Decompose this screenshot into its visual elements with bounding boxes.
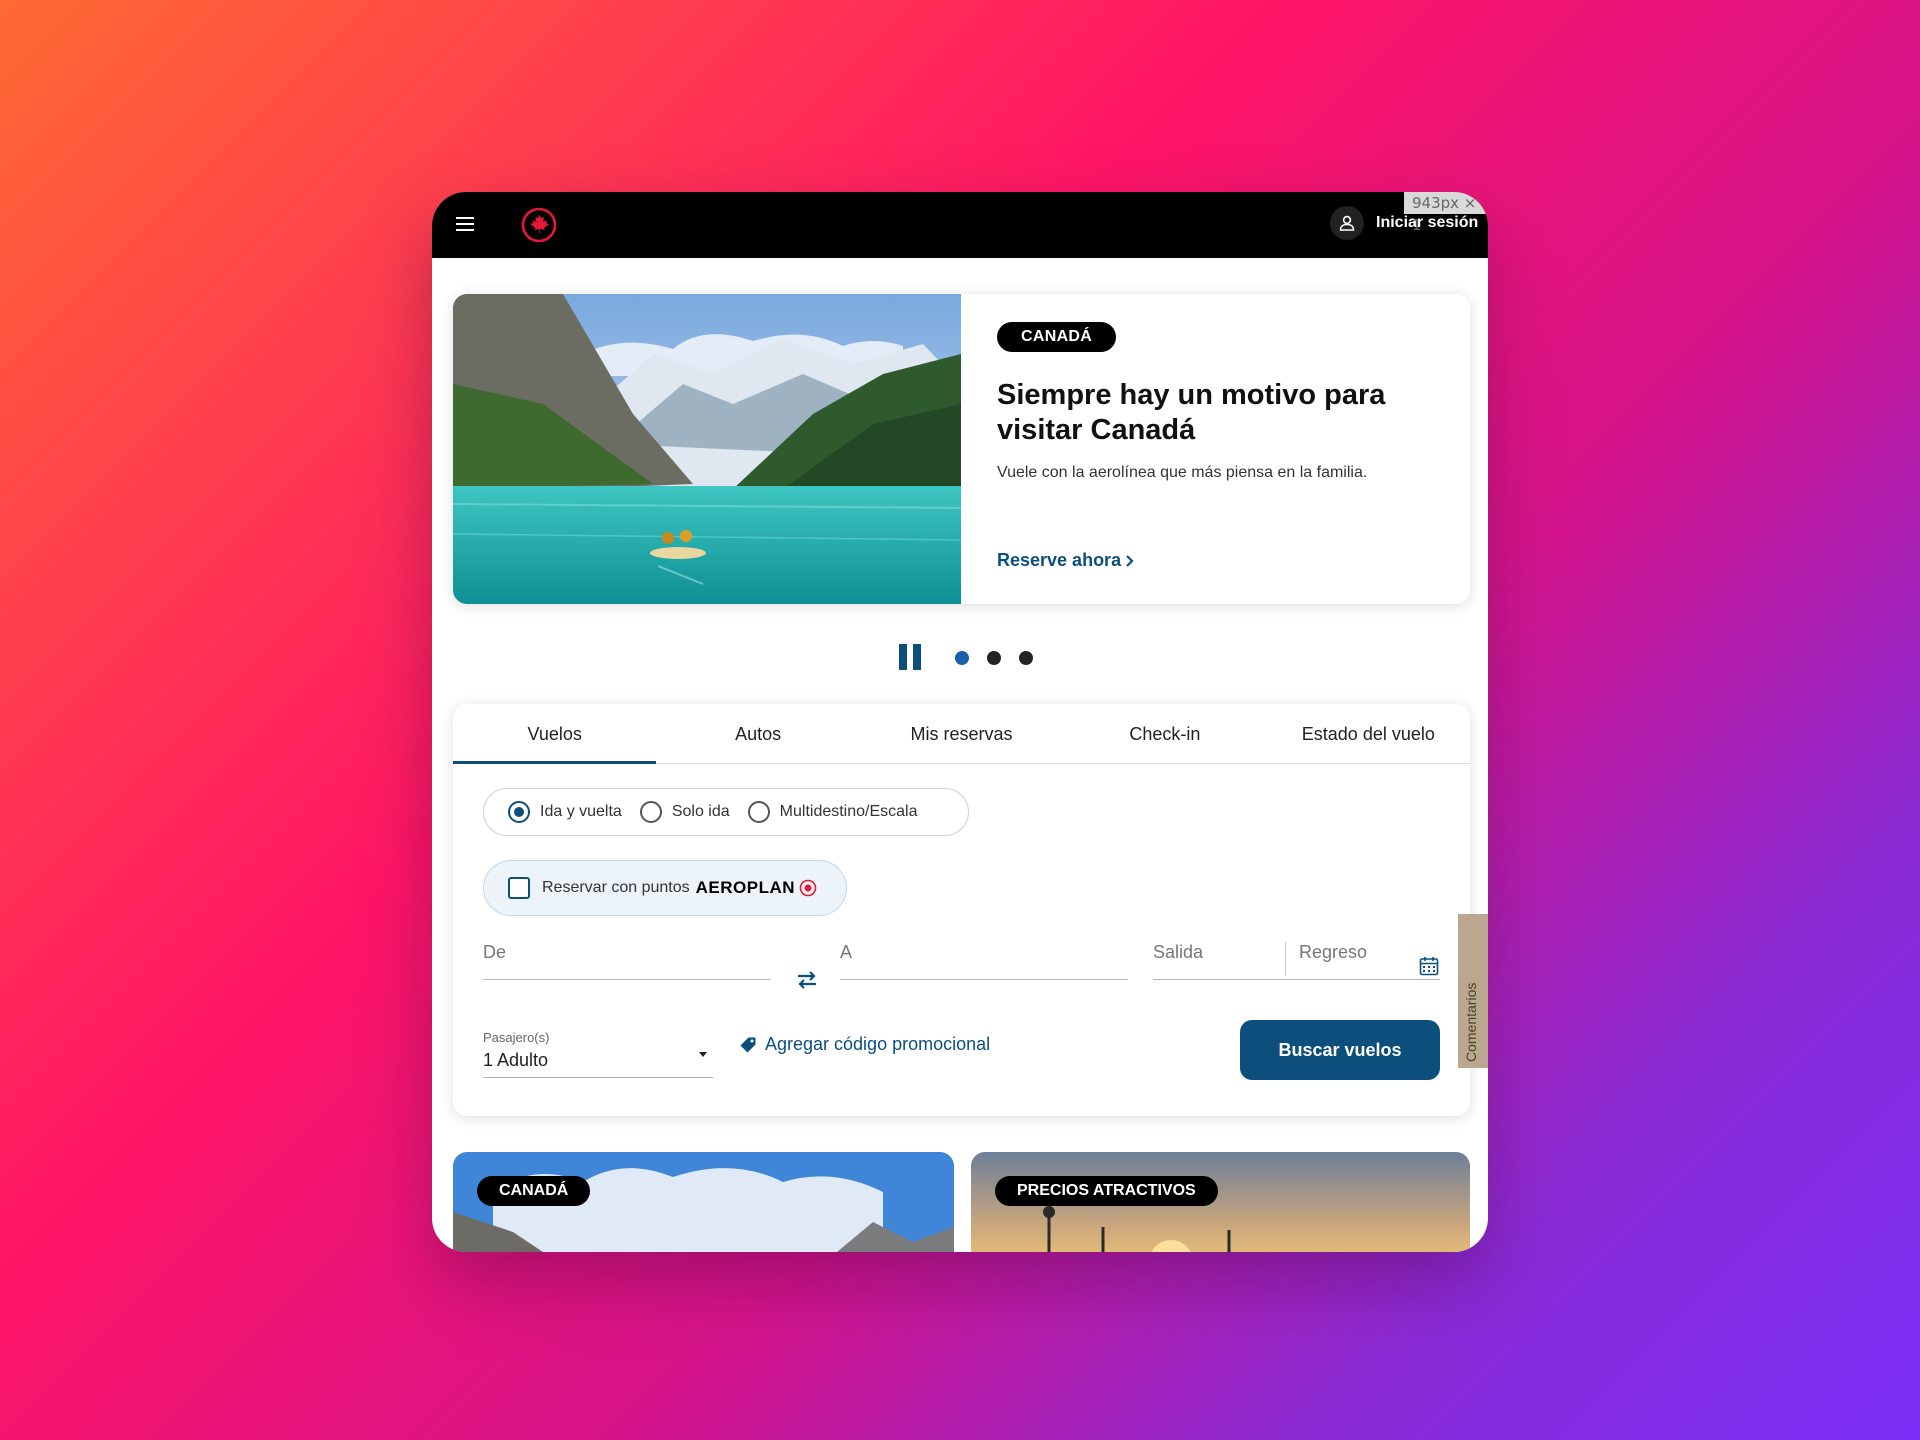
book-now-label: Reserve ahora (997, 550, 1122, 570)
promo-card-tag: PRECIOS ATRACTIVOS (995, 1176, 1218, 1206)
maple-leaf-icon (799, 879, 817, 897)
top-navigation-bar: Iniciar sesión 943px × 1 (432, 192, 1488, 258)
caret-down-icon (699, 1052, 707, 1057)
promo-card-tag: CANADÁ (477, 1176, 591, 1206)
dates-field[interactable]: Salida Regreso (1153, 930, 1440, 980)
checkbox-icon[interactable] (508, 877, 530, 899)
chevron-right-icon (1126, 554, 1134, 567)
browser-viewport: Iniciar sesión 943px × 1 CANADÁ Siempre … (432, 192, 1488, 1252)
carousel-dot-1[interactable] (955, 651, 969, 665)
trip-type-multi-city[interactable]: Multidestino/Escala (747, 801, 918, 823)
radio-icon (639, 801, 662, 823)
carousel-dot-2[interactable] (987, 651, 1001, 665)
hero-text-block: CANADÁ Siempre hay un motivo para visita… (997, 322, 1437, 482)
tab-cars[interactable]: Autos (656, 704, 859, 763)
passengers-value: 1 Adulto (483, 1050, 549, 1070)
hero-lake-image (453, 294, 961, 604)
book-now-link[interactable]: Reserve ahora (997, 550, 1135, 571)
search-flights-button[interactable]: Buscar vuelos (1240, 1020, 1440, 1080)
hero-subtitle: Vuele con la aerolínea que más piensa en… (997, 464, 1368, 481)
aeroplan-brand: AEROPLAN (695, 878, 796, 897)
tab-flight-status[interactable]: Estado del vuelo (1267, 704, 1470, 763)
aeroplan-label: Reservar con puntos (542, 879, 690, 896)
radio-checked-icon (508, 801, 530, 823)
air-canada-logo[interactable] (520, 206, 558, 244)
date-divider (1285, 942, 1286, 976)
menu-icon[interactable] (456, 217, 474, 231)
trip-type-label: Multidestino/Escala (779, 803, 918, 820)
tab-flights[interactable]: Vuelos (453, 704, 657, 764)
pause-icon[interactable] (899, 644, 923, 670)
booking-tabs: Vuelos Autos Mis reservas Check-in Estad… (453, 704, 1470, 764)
user-icon (1330, 206, 1364, 240)
swap-icon[interactable] (793, 966, 821, 994)
destination-field[interactable]: A (840, 930, 1128, 980)
passengers-label: Pasajero(s) (483, 1030, 550, 1045)
promo-code-label: Agregar código promocional (765, 1034, 991, 1054)
destination-placeholder: A (840, 942, 853, 962)
booking-widget: Vuelos Autos Mis reservas Check-in Estad… (453, 704, 1470, 1116)
radio-icon (747, 801, 770, 823)
viewport-size-badge: 943px × 1 (1404, 192, 1488, 234)
carousel-controls (432, 638, 1488, 678)
tab-my-bookings[interactable]: Mis reservas (860, 704, 1063, 763)
feedback-label: Comentarios (1463, 982, 1479, 1062)
promo-card-canada[interactable]: CANADÁ (453, 1152, 954, 1252)
origin-placeholder: De (483, 942, 507, 962)
passengers-select[interactable]: Pasajero(s) 1 Adulto (483, 1020, 713, 1078)
feedback-tab[interactable]: Comentarios (1458, 914, 1488, 1068)
trip-type-one-way[interactable]: Solo ida (639, 801, 730, 823)
promo-card-prices[interactable]: PRECIOS ATRACTIVOS (971, 1152, 1470, 1252)
hero-tag: CANADÁ (997, 322, 1117, 352)
departure-placeholder: Salida (1153, 942, 1204, 962)
origin-field[interactable]: De (483, 930, 771, 980)
trip-type-label: Ida y vuelta (540, 803, 622, 820)
trip-type-label: Solo ida (671, 803, 730, 820)
calendar-icon[interactable] (1419, 956, 1439, 976)
tab-check-in[interactable]: Check-in (1063, 704, 1266, 763)
tag-icon (740, 1037, 756, 1052)
trip-type-round-trip[interactable]: Ida y vuelta (508, 801, 622, 823)
return-placeholder: Regreso (1299, 942, 1368, 962)
signin-label: Iniciar sesión (1376, 214, 1479, 231)
hero-title: Siempre hay un motivo para visitar Canad… (997, 379, 1386, 446)
trip-type-selector: Ida y vuelta Solo ida Multidestino/Escal… (483, 788, 969, 836)
promo-code-link[interactable]: Agregar código promocional (739, 1034, 990, 1055)
aeroplan-points-toggle[interactable]: Reservar con puntos AEROPLAN (483, 860, 847, 916)
hero-promo-card: CANADÁ Siempre hay un motivo para visita… (453, 294, 1470, 604)
carousel-dot-3[interactable] (1019, 651, 1033, 665)
